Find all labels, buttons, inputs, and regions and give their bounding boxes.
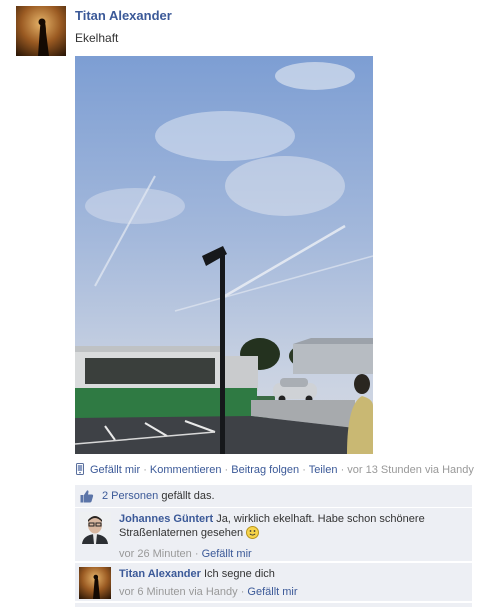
post-author-name[interactable]: Titan Alexander <box>75 8 172 23</box>
separator: · <box>240 586 245 598</box>
likes-suffix: gefällt das. <box>161 490 215 502</box>
separator: · <box>194 548 199 560</box>
follow-post-link[interactable]: Beitrag folgen <box>231 464 299 476</box>
separator: · <box>143 464 147 476</box>
comment-timestamp[interactable]: vor 6 Minuten via Handy <box>119 586 238 598</box>
commenter-name[interactable]: Johannes Güntert <box>119 513 213 525</box>
commenter-name[interactable]: Titan Alexander <box>119 568 201 580</box>
post-timestamp[interactable]: vor 13 Stunden via Handy <box>347 464 474 476</box>
thumbs-up-icon <box>80 489 94 506</box>
likers-link[interactable]: 2 Personen <box>102 490 158 502</box>
smiley-emoticon-icon <box>246 526 260 543</box>
comment-item: Johannes Güntert Ja, wirklich ekelhaft. … <box>75 508 472 561</box>
comment-like-link[interactable]: Gefällt mir <box>247 586 297 598</box>
separator: · <box>224 464 229 476</box>
comment-item: Titan Alexander Ich segne dich vor 6 Min… <box>75 563 472 601</box>
commenter-avatar[interactable] <box>79 512 111 544</box>
add-comment-bar[interactable] <box>75 603 472 607</box>
commenter-avatar[interactable] <box>79 567 111 599</box>
mobile-phone-icon <box>76 463 84 478</box>
comment-timestamp[interactable]: vor 26 Minuten <box>119 548 192 560</box>
likes-row: 2 Personen gefällt das. <box>75 485 472 507</box>
post-message: Ekelhaft <box>75 31 119 45</box>
like-link[interactable]: Gefällt mir <box>90 464 140 476</box>
separator: · <box>340 464 345 476</box>
comment-text: Ich segne dich <box>203 568 275 580</box>
post-photo[interactable] <box>75 56 373 454</box>
post-action-bar: Gefällt mir · Kommentieren · Beitrag fol… <box>76 463 474 478</box>
comment-link[interactable]: Kommentieren <box>150 464 222 476</box>
separator: · <box>302 464 306 476</box>
share-link[interactable]: Teilen <box>309 464 338 476</box>
post-author-avatar[interactable] <box>16 6 66 56</box>
comment-like-link[interactable]: Gefällt mir <box>202 548 252 560</box>
